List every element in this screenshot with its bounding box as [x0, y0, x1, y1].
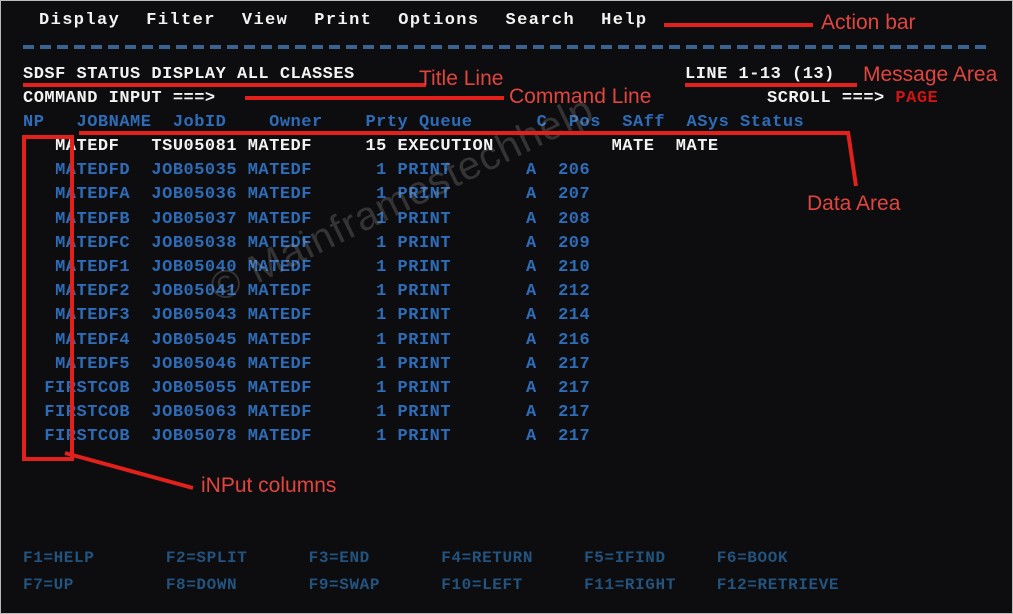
annotation-label-command-line: Command Line [509, 85, 652, 108]
table-row[interactable]: MATEDF1 JOB05040 MATEDF 1 PRINT A 210 [23, 256, 719, 280]
dashed-separator [23, 45, 991, 49]
sdsf-terminal-screen: Display Filter View Print Options Search… [0, 0, 1013, 614]
annotation-underline-title [23, 83, 426, 87]
table-row[interactable]: MATEDFA JOB05036 MATEDF 1 PRINT A 207 [23, 183, 719, 207]
annotation-label-message-area: Message Area [863, 63, 998, 86]
table-row[interactable]: MATEDF5 JOB05046 MATEDF 1 PRINT A 217 [23, 353, 719, 377]
scroll-field[interactable]: SCROLL ===> PAGE [767, 87, 938, 111]
table-row[interactable]: MATEDF TSU05081 MATEDF 15 EXECUTION MATE… [23, 135, 719, 159]
annotation-leader-action-bar [664, 23, 813, 27]
action-bar-item-print[interactable]: Print [314, 11, 385, 30]
annotation-label-data-area: Data Area [807, 192, 901, 215]
table-row[interactable]: MATEDFC JOB05038 MATEDF 1 PRINT A 209 [23, 232, 719, 256]
table-row[interactable]: MATEDF3 JOB05043 MATEDF 1 PRINT A 214 [23, 304, 719, 328]
table-row[interactable]: FIRSTCOB JOB05055 MATEDF 1 PRINT A 217 [23, 377, 719, 401]
table-row[interactable]: FIRSTCOB JOB05063 MATEDF 1 PRINT A 217 [23, 401, 719, 425]
data-area: MATEDF TSU05081 MATEDF 15 EXECUTION MATE… [23, 135, 719, 450]
annotation-leader-command-line [245, 96, 504, 100]
action-bar-item-view[interactable]: View [242, 11, 301, 30]
scroll-value[interactable]: PAGE [895, 89, 938, 108]
annotation-box-input-columns [22, 135, 74, 461]
table-row[interactable]: MATEDFB JOB05037 MATEDF 1 PRINT A 208 [23, 208, 719, 232]
annotation-label-title-line: Title Line [419, 67, 504, 90]
table-row[interactable]: MATEDFD JOB05035 MATEDF 1 PRINT A 206 [23, 159, 719, 183]
function-key-row-2[interactable]: F7=UP F8=DOWN F9=SWAP F10=LEFT F11=RIGHT… [23, 572, 839, 599]
action-bar: Display Filter View Print Options Search… [39, 11, 674, 30]
table-row[interactable]: MATEDF4 JOB05045 MATEDF 1 PRINT A 216 [23, 329, 719, 353]
table-row[interactable]: MATEDF2 JOB05041 MATEDF 1 PRINT A 212 [23, 280, 719, 304]
leader-input-columns [64, 451, 194, 490]
action-bar-item-search[interactable]: Search [506, 11, 589, 30]
function-key-row-1[interactable]: F1=HELP F2=SPLIT F3=END F4=RETURN F5=IFI… [23, 545, 839, 572]
annotation-label-action-bar: Action bar [821, 11, 916, 34]
action-bar-item-help[interactable]: Help [601, 11, 660, 30]
table-row[interactable]: FIRSTCOB JOB05078 MATEDF 1 PRINT A 217 [23, 425, 719, 449]
action-bar-item-options[interactable]: Options [398, 11, 492, 30]
annotation-underline-columns [79, 131, 850, 135]
function-key-bar: F1=HELP F2=SPLIT F3=END F4=RETURN F5=IFI… [23, 545, 839, 599]
action-bar-item-filter[interactable]: Filter [146, 11, 229, 30]
leader-data-area [846, 131, 858, 187]
command-line-label: COMMAND INPUT ===> [23, 89, 216, 108]
scroll-label: SCROLL ===> [767, 89, 885, 108]
annotation-underline-message [685, 83, 857, 87]
action-bar-item-display[interactable]: Display [39, 11, 133, 30]
command-line[interactable]: COMMAND INPUT ===> [23, 87, 216, 111]
annotation-label-input-columns: iNPut columns [201, 474, 337, 497]
